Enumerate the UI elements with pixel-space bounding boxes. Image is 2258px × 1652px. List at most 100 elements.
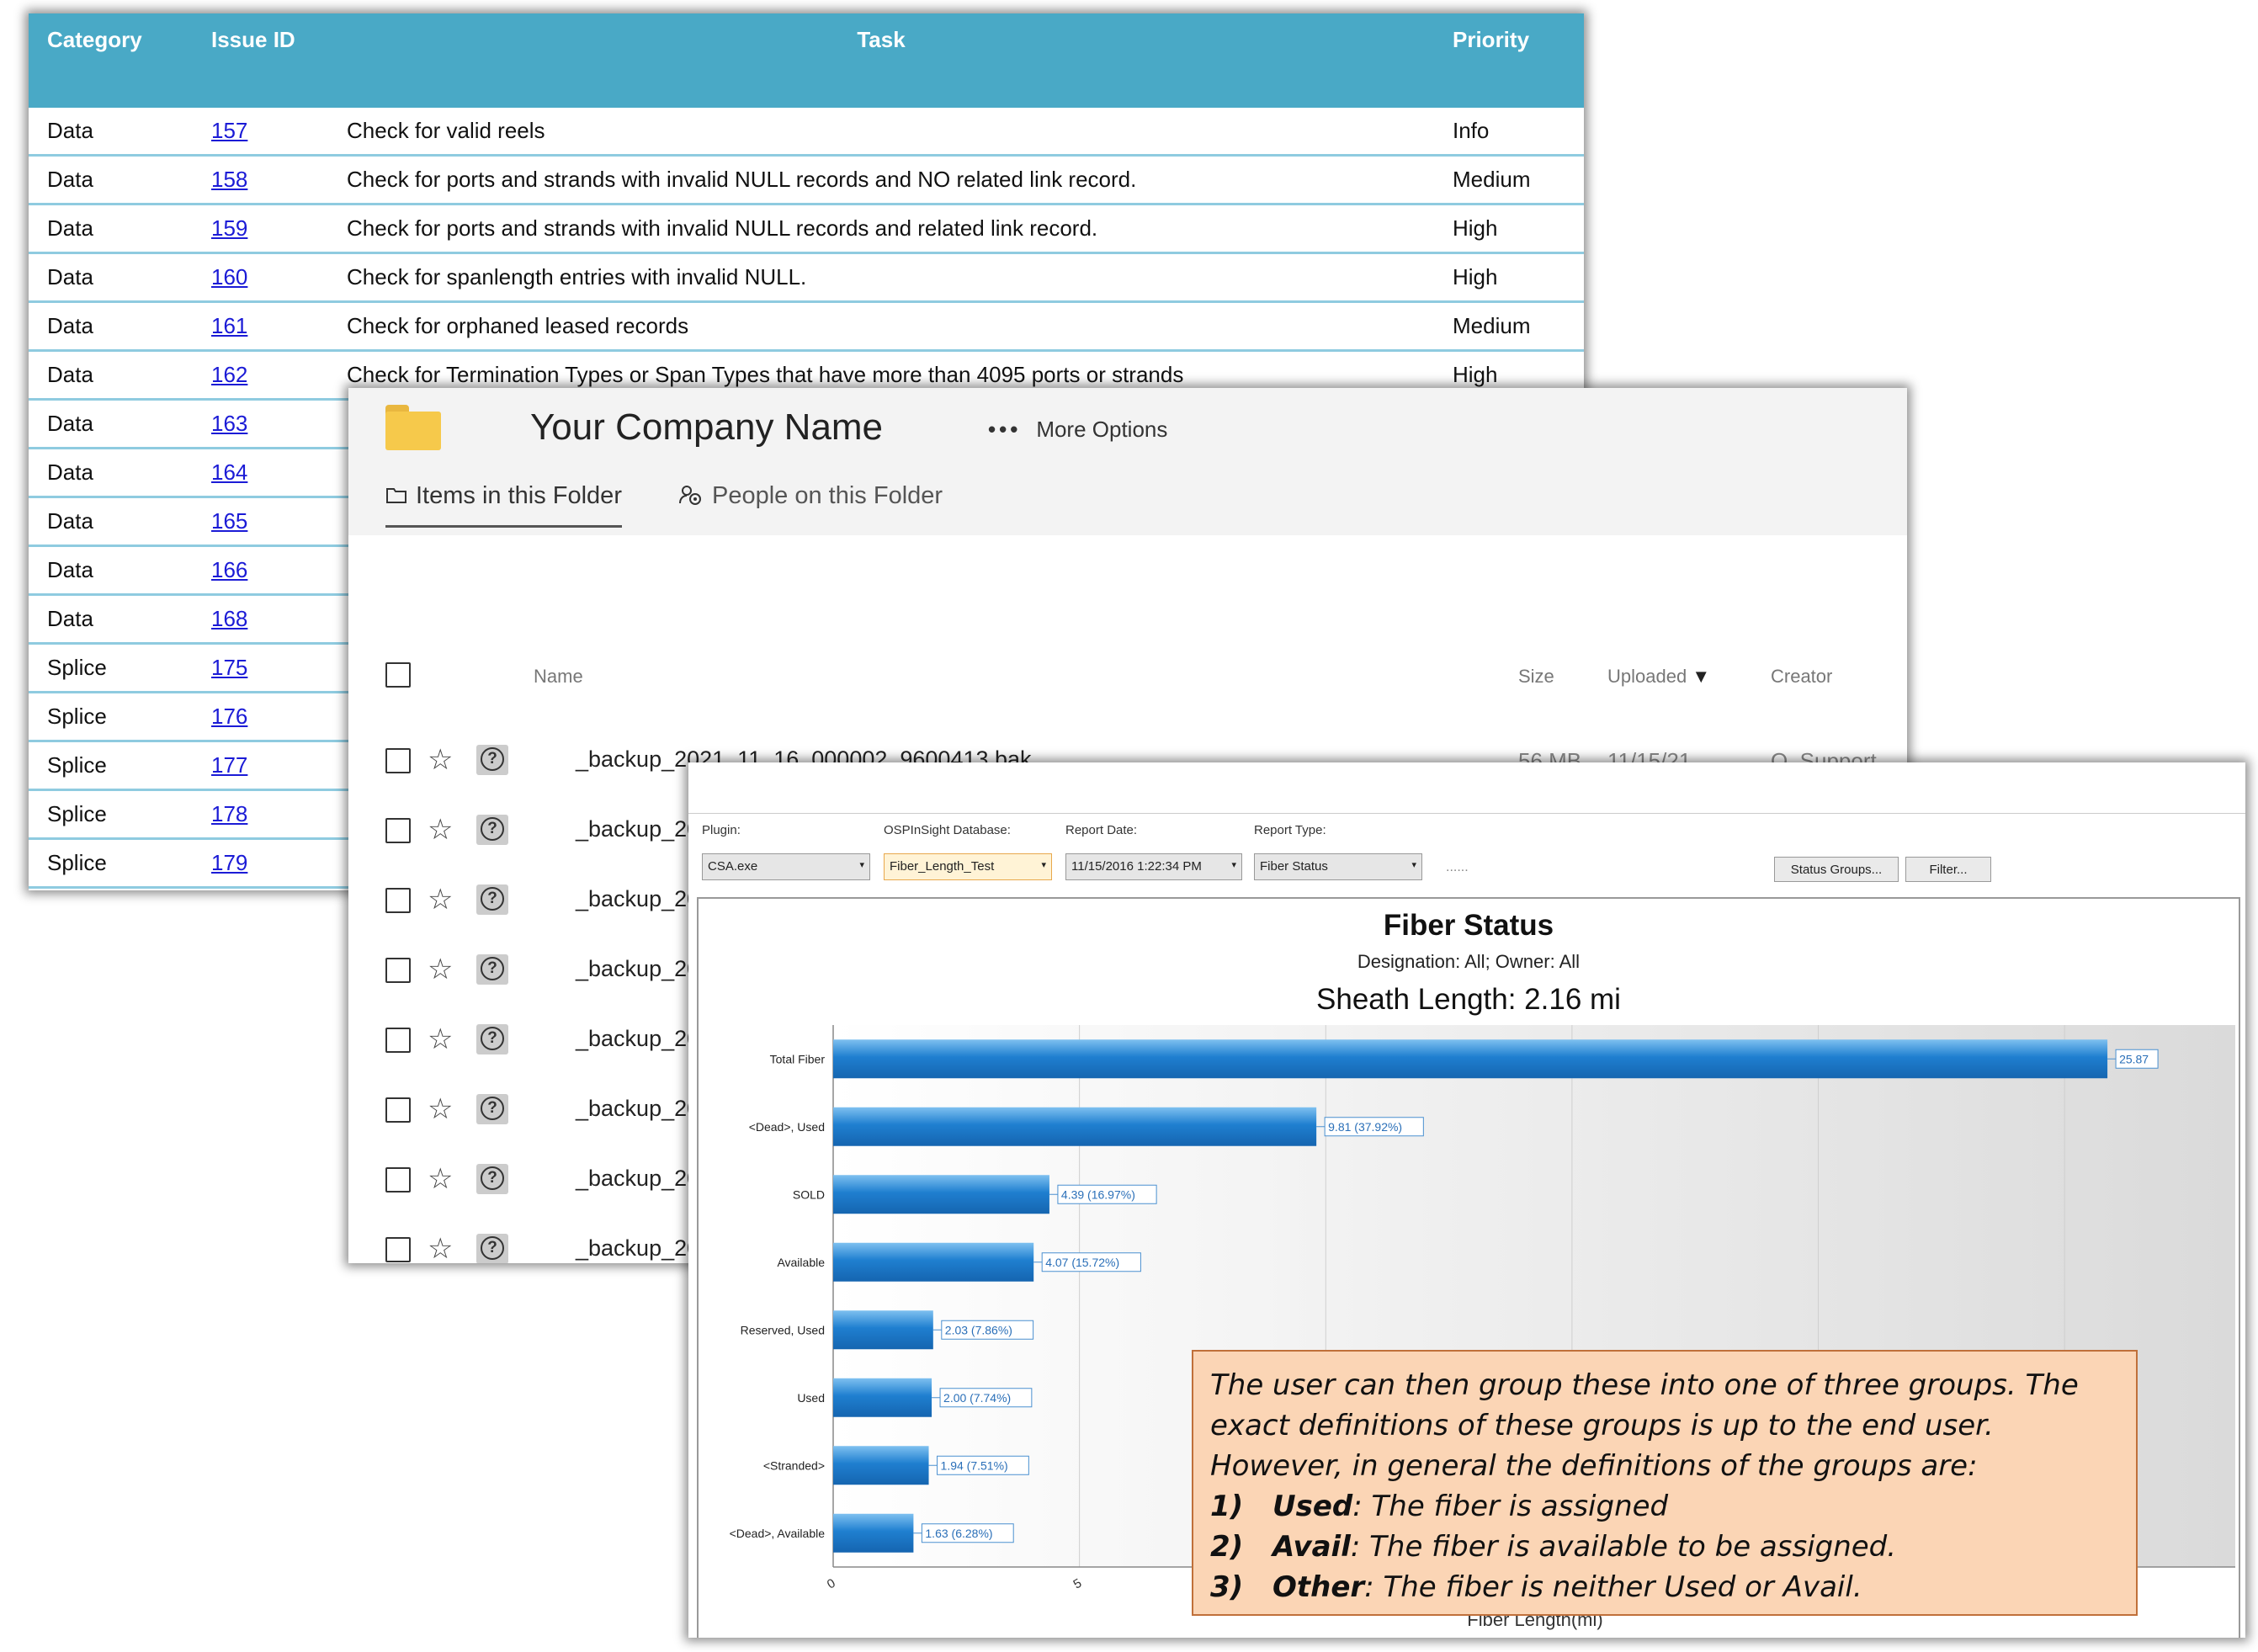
table-row: Data 158 Check for ports and strands with … (29, 155, 1584, 205)
col-priority[interactable]: Priority (1434, 13, 1584, 108)
row-checkbox[interactable] (385, 1097, 411, 1123)
cell-category: Data (29, 448, 193, 498)
note-item: 1) Used: The fiber is assigned (1210, 1490, 1669, 1523)
star-icon[interactable]: ☆ (428, 743, 453, 777)
data-label: 1.94 (7.51%) (941, 1458, 1008, 1472)
fiber-status-chart: Fiber Status Designation: All; Owner: Al… (697, 897, 2240, 1638)
issue-id-link[interactable]: 164 (193, 448, 328, 498)
data-label: 25.87 (2119, 1052, 2149, 1065)
folder-icon (385, 405, 441, 450)
star-icon[interactable]: ☆ (428, 1023, 453, 1056)
file-name[interactable]: _backup_20 (576, 816, 699, 842)
help-icon[interactable]: ? (476, 1234, 508, 1263)
col-uploaded[interactable]: Uploaded ▼ (1607, 666, 1710, 688)
help-icon[interactable]: ? (476, 1094, 508, 1124)
cell-priority: High (1434, 204, 1584, 254)
filter-button[interactable]: Filter... (1905, 857, 1991, 882)
file-name[interactable]: _backup_20 (576, 1096, 699, 1122)
star-icon[interactable]: ☆ (428, 1232, 453, 1263)
cell-task: Check for orphaned leased records (328, 301, 1434, 352)
cell-task: Check for ports and strands with invalid… (328, 204, 1434, 254)
help-icon[interactable]: ? (476, 1164, 508, 1194)
more-options-label: More Options (1036, 417, 1168, 442)
issue-id-link[interactable]: 157 (193, 108, 328, 157)
issue-id-link[interactable]: 168 (193, 594, 328, 645)
star-icon[interactable]: ☆ (428, 1162, 453, 1196)
tab-items-in-folder[interactable]: Items in this Folder (385, 482, 622, 528)
issue-id-link[interactable]: 181 (193, 887, 328, 890)
cell-category: Splice (29, 643, 193, 693)
cell-task: Check for valid reels (328, 108, 1434, 157)
issue-id-link[interactable]: 177 (193, 741, 328, 791)
bar (833, 1039, 2108, 1079)
file-name[interactable]: _backup_20 (576, 1166, 699, 1192)
col-name[interactable]: Name (534, 666, 583, 688)
data-label: 2.00 (7.74%) (943, 1391, 1011, 1405)
status-groups-button[interactable]: Status Groups... (1774, 857, 1899, 882)
report-type-select[interactable]: Fiber Status ▾ (1254, 853, 1422, 880)
issue-id-link[interactable]: 163 (193, 399, 328, 449)
col-creator[interactable]: Creator (1771, 666, 1832, 688)
row-checkbox[interactable] (385, 958, 411, 983)
report-window: Plugin: OSPInSight Database: Report Date… (688, 762, 2245, 1638)
cell-category: Data (29, 497, 193, 547)
star-icon[interactable]: ☆ (428, 883, 453, 916)
category-label: Total Fiber (770, 1052, 826, 1065)
issue-id-link[interactable]: 179 (193, 838, 328, 889)
file-name[interactable]: _backup_20 (576, 956, 699, 982)
issue-id-link[interactable]: 159 (193, 204, 328, 254)
database-label: OSPInSight Database: (884, 823, 1011, 837)
help-icon[interactable]: ? (476, 1024, 508, 1054)
file-name[interactable]: _backup_20 (576, 1026, 699, 1052)
cell-category: Splice (29, 692, 193, 742)
help-icon[interactable]: ? (476, 954, 508, 985)
more-options-button[interactable]: ••• More Options (988, 417, 1167, 443)
row-checkbox[interactable] (385, 1167, 411, 1193)
plugin-label: Plugin: (702, 823, 741, 837)
cell-task: Check for ports and strands with invalid… (328, 155, 1434, 205)
star-icon[interactable]: ☆ (428, 953, 453, 986)
cell-category: Data (29, 399, 193, 449)
issue-id-link[interactable]: 158 (193, 155, 328, 205)
row-checkbox[interactable] (385, 818, 411, 843)
row-checkbox[interactable] (385, 748, 411, 773)
issue-id-link[interactable]: 165 (193, 497, 328, 547)
category-label: Reserved, Used (741, 1323, 825, 1336)
tab-people-on-folder[interactable]: People on this Folder (678, 482, 943, 510)
col-category[interactable]: Category (29, 13, 193, 108)
issue-id-link[interactable]: 176 (193, 692, 328, 742)
note-intro: The user can then group these into one o… (1210, 1368, 2079, 1483)
row-checkbox[interactable] (385, 1237, 411, 1262)
help-icon[interactable]: ? (476, 745, 508, 775)
cell-category: Data (29, 350, 193, 401)
select-all-checkbox[interactable] (385, 662, 411, 688)
file-name[interactable]: _backup_20 (576, 886, 699, 912)
col-issue-id[interactable]: Issue ID (193, 13, 328, 108)
col-size[interactable]: Size (1518, 666, 1554, 688)
folder-header: Your Company Name ••• More Options Items … (348, 388, 1907, 535)
issue-id-link[interactable]: 166 (193, 545, 328, 596)
issue-id-link[interactable]: 175 (193, 643, 328, 693)
issue-id-link[interactable]: 161 (193, 301, 328, 352)
star-icon[interactable]: ☆ (428, 813, 453, 847)
issue-id-link[interactable]: 160 (193, 252, 328, 303)
company-name: Your Company Name (530, 406, 884, 448)
bar (833, 1446, 929, 1485)
help-icon[interactable]: ? (476, 884, 508, 915)
plugin-select[interactable]: CSA.exe ▾ (702, 853, 870, 880)
file-name[interactable]: _backup_20 (576, 1235, 699, 1262)
bar (833, 1310, 933, 1350)
col-task[interactable]: Task (328, 13, 1434, 108)
help-icon[interactable]: ? (476, 815, 508, 845)
table-row: Data 157 Check for valid reels Info (29, 108, 1584, 157)
report-date-picker[interactable]: 11/15/2016 1:22:34 PM ▾ (1065, 853, 1242, 880)
issue-id-link[interactable]: 178 (193, 789, 328, 840)
cell-priority: Medium (1434, 155, 1584, 205)
sort-desc-icon: ▼ (1692, 666, 1711, 687)
row-checkbox[interactable] (385, 1028, 411, 1053)
data-label: 4.07 (15.72%) (1045, 1256, 1119, 1269)
star-icon[interactable]: ☆ (428, 1092, 453, 1126)
database-select[interactable]: Fiber_Length_Test ▾ (884, 853, 1052, 880)
issue-id-link[interactable]: 162 (193, 350, 328, 401)
row-checkbox[interactable] (385, 888, 411, 913)
